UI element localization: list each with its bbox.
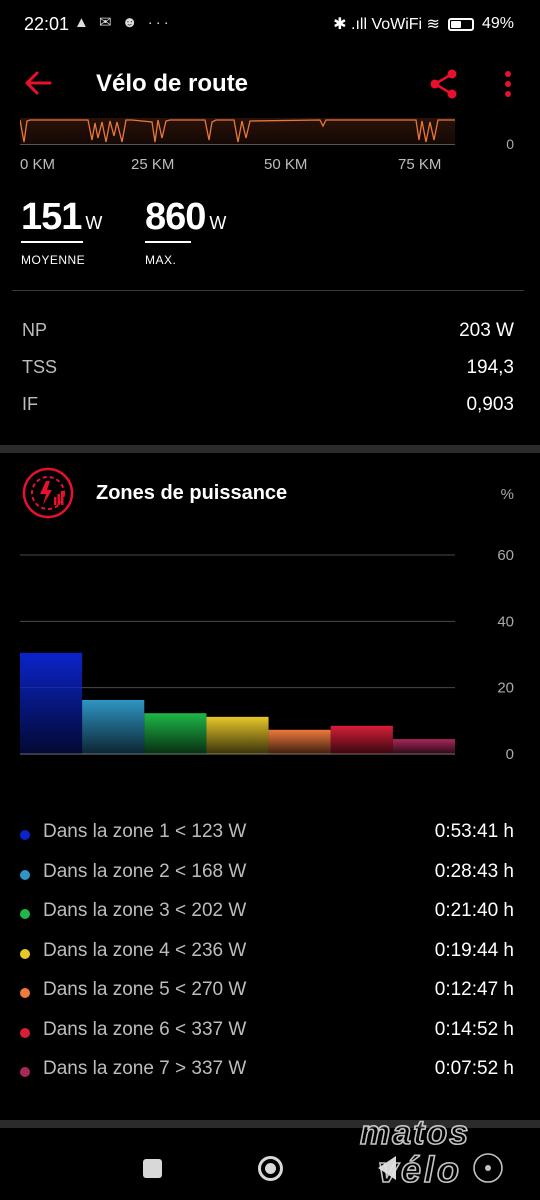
max-power-value: 860 — [145, 196, 206, 238]
zone-time: 0:28:43 h — [434, 860, 514, 882]
recents-button[interactable] — [143, 1159, 162, 1178]
km-label: 0 KM — [20, 156, 56, 173]
metric-label: TSS — [22, 357, 58, 377]
y-tick-label: 20 — [497, 680, 514, 697]
max-power-caption: MAX. — [145, 253, 177, 267]
zone-color-dot — [20, 830, 30, 840]
metric-value: 194,3 — [466, 357, 514, 378]
zone-time: 0:14:52 h — [434, 1018, 514, 1040]
metric-value: 0,903 — [466, 394, 514, 415]
zone-time: 0:12:47 h — [434, 979, 514, 1000]
zone-label: Dans la zone 2 < 168 W — [43, 860, 247, 882]
metric-row-np: NP 203 W — [22, 318, 514, 346]
km-label: 25 KM — [131, 156, 175, 173]
zone-color-dot — [20, 869, 30, 880]
zones-title: Zones de puissance — [96, 482, 288, 504]
arrow-left-icon[interactable] — [22, 68, 54, 98]
page-title: Vélo de route — [96, 70, 249, 97]
strip-chart-area — [19, 118, 455, 144]
svg-text:vélo: vélo — [378, 1149, 462, 1190]
metric-label: IF — [22, 394, 38, 414]
km-label: 75 KM — [398, 156, 442, 173]
zone-color-dot — [20, 1027, 30, 1038]
zone-time: 0:07:52 h — [434, 1058, 514, 1079]
connectivity-icons: ✱ .ıll VoWiFi ≋ — [333, 16, 440, 33]
average-power-value: 151 — [21, 196, 82, 238]
status-time: 22:01 — [24, 14, 70, 34]
share-icon[interactable] — [428, 68, 460, 100]
zones-unit: % — [500, 486, 514, 503]
y-tick-label: 60 — [497, 547, 514, 564]
svg-text:matos: matos — [360, 1114, 470, 1152]
metric-label: NP — [22, 320, 48, 340]
status-right: ✱ .ıll VoWiFi ≋ 49% — [333, 14, 514, 34]
zone-label: Dans la zone 4 < 236 W — [43, 939, 247, 961]
km-label: 50 KM — [264, 156, 308, 173]
zone-row: Dans la zone 5 < 270 W 0:12:47 h — [20, 977, 514, 1007]
zone-bar-3 — [144, 713, 207, 754]
max-power-unit: W — [209, 213, 227, 233]
power-zones-chart: 0 20 40 60 — [20, 547, 514, 763]
zone-label: Dans la zone 7 > 337 W — [43, 1058, 247, 1079]
zone-row: Dans la zone 4 < 236 W 0:19:44 h — [20, 938, 514, 968]
power-strip-chart: 0 0 KM 25 KM 50 KM 75 KM — [0, 118, 540, 178]
strip-axis — [20, 144, 455, 145]
zone-time: 0:21:40 h — [434, 900, 514, 921]
section-separator — [0, 445, 540, 453]
average-power-caption: MOYENNE — [21, 253, 86, 267]
zone-row: Dans la zone 1 < 123 W 0:53:41 h — [20, 819, 514, 849]
zone-bar-6 — [330, 725, 393, 754]
section-divider — [12, 290, 524, 291]
zone-color-dot — [20, 909, 30, 919]
home-button[interactable] — [258, 1156, 283, 1181]
strip-y-zero: 0 — [506, 136, 514, 152]
battery-level — [450, 20, 461, 28]
y-tick-label: 0 — [506, 746, 514, 763]
battery-percent: 49% — [481, 15, 514, 32]
battery-icon — [447, 17, 474, 31]
zone-label: Dans la zone 6 < 337 W — [43, 1018, 247, 1040]
more-vertical-icon[interactable] — [498, 68, 518, 100]
power-trace — [19, 119, 455, 143]
metric-value: 203 W — [459, 320, 514, 341]
zone-row: Dans la zone 2 < 168 W 0:28:43 h — [20, 859, 514, 889]
stat-underline — [145, 241, 191, 243]
y-tick-label: 40 — [497, 613, 514, 630]
average-power-stat: 151 W MOYENNE — [21, 196, 102, 267]
metric-row-if: IF 0,903 — [22, 392, 514, 420]
zone-bar-5 — [268, 729, 331, 754]
stat-underline — [21, 241, 83, 243]
zone-time: 0:53:41 h — [434, 821, 514, 842]
zone-color-dot — [20, 988, 30, 998]
zone-label: Dans la zone 5 < 270 W — [43, 979, 247, 1000]
watermark-logo: matos vélo — [359, 1113, 503, 1191]
zone-bar-1 — [20, 652, 83, 754]
zone-row: Dans la zone 6 < 337 W 0:14:52 h — [20, 1017, 514, 1047]
zone-row: Dans la zone 3 < 202 W 0:21:40 h — [20, 898, 514, 928]
average-power-unit: W — [85, 213, 103, 233]
zone-bar-4 — [206, 716, 269, 754]
zone-color-dot — [20, 948, 30, 959]
zone-time: 0:19:44 h — [434, 939, 514, 961]
status-bar: 22:01 ▲ ✉ ☻ ··· ✱ .ıll VoWiFi ≋ 49% — [0, 0, 540, 48]
zone-bar-2 — [82, 699, 145, 754]
notification-icons: ▲ ✉ ☻ ··· — [74, 14, 172, 31]
max-power-stat: 860 W MAX. — [145, 196, 226, 267]
zone-bar-7 — [392, 739, 455, 754]
metric-row-tss: TSS 194,3 — [22, 355, 514, 383]
app-header: Vélo de route — [0, 50, 540, 116]
zone-row: Dans la zone 7 > 337 W 0:07:52 h — [20, 1056, 514, 1086]
zone-label: Dans la zone 1 < 123 W — [43, 821, 247, 842]
power-zones-icon — [22, 467, 74, 519]
zone-label: Dans la zone 3 < 202 W — [43, 900, 247, 921]
zone-color-dot — [20, 1067, 30, 1077]
